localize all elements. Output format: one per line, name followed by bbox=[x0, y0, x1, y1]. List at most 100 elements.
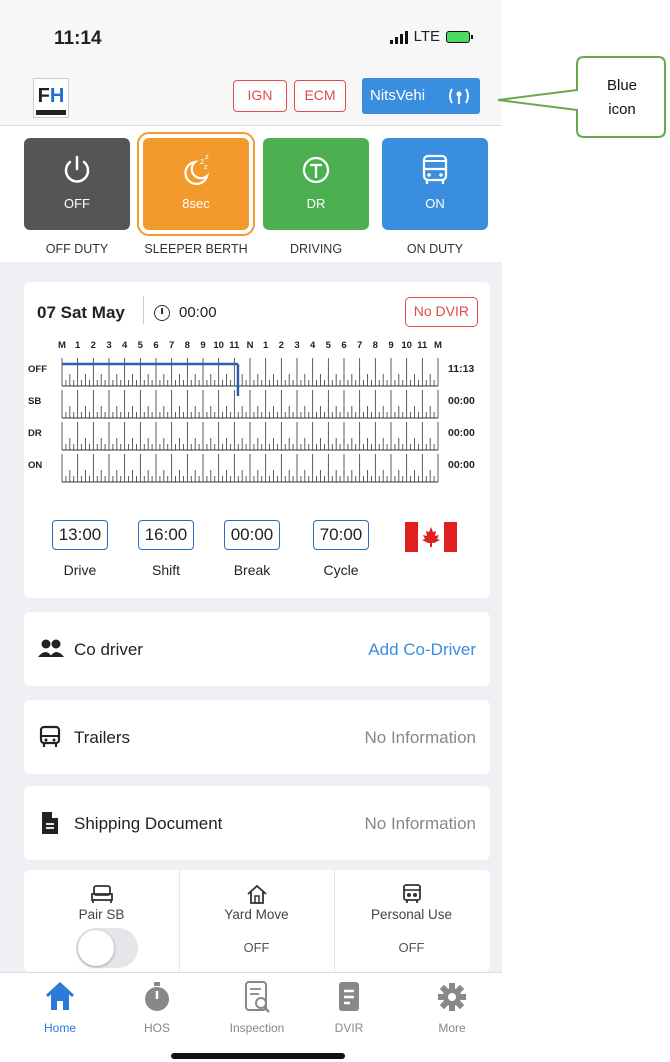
network-type: LTE bbox=[413, 28, 440, 45]
hour-label: 9 bbox=[388, 340, 393, 351]
shipping-document-value: No Information bbox=[364, 814, 477, 833]
quick-actions-card: Pair SB Yard Move OFF Personal Use OFF bbox=[24, 870, 490, 972]
add-co-driver-link[interactable]: Add Co-Driver bbox=[368, 640, 476, 660]
trailers-row[interactable]: Trailers No Information bbox=[24, 700, 490, 774]
hour-label: 6 bbox=[153, 340, 158, 351]
stopwatch-icon bbox=[145, 982, 169, 1011]
canada-flag-icon[interactable] bbox=[405, 522, 457, 552]
hour-label: 11 bbox=[229, 340, 240, 351]
hour-label: 10 bbox=[401, 340, 412, 351]
tab-home[interactable]: Home bbox=[15, 981, 105, 1035]
house-icon bbox=[246, 884, 267, 904]
hour-label: 3 bbox=[106, 340, 111, 351]
car-person-icon bbox=[402, 884, 421, 903]
caption-sleeper-berth: SLEEPER BERTH bbox=[144, 242, 248, 256]
shipping-document-label: Shipping Document bbox=[74, 814, 223, 833]
ecm-indicator[interactable]: ECM bbox=[294, 80, 346, 112]
hour-label: 8 bbox=[373, 340, 378, 351]
gear-icon bbox=[438, 983, 466, 1011]
hour-label: 5 bbox=[138, 340, 144, 351]
document-icon bbox=[42, 812, 58, 834]
signal-icon bbox=[389, 30, 408, 44]
app-header: FH IGN ECM NitsVehi bbox=[0, 70, 502, 126]
caption-on-duty: ON DUTY bbox=[406, 242, 464, 256]
steering-icon bbox=[302, 156, 330, 184]
cycle-clock: 70:00 bbox=[313, 520, 369, 550]
personal-use-label: Personal Use bbox=[370, 907, 453, 922]
shipping-document-row[interactable]: Shipping Document No Information bbox=[24, 786, 490, 860]
truck-icon bbox=[422, 154, 448, 184]
log-date[interactable]: 07 Sat May bbox=[37, 303, 125, 323]
svg-text:z: z bbox=[205, 153, 209, 161]
power-icon bbox=[64, 155, 90, 183]
break-clock: 00:00 bbox=[224, 520, 280, 550]
hour-label: 6 bbox=[341, 340, 346, 351]
caption-off-duty: OFF DUTY bbox=[45, 242, 109, 256]
duty-tile-driving[interactable]: DR bbox=[263, 138, 369, 230]
clock-icon bbox=[154, 305, 170, 321]
break-caption: Break bbox=[233, 562, 271, 578]
yard-move-status: OFF bbox=[243, 940, 270, 955]
trailers-value: No Information bbox=[364, 728, 477, 747]
tab-dvir[interactable]: DVIR bbox=[304, 981, 394, 1035]
yard-move-label: Yard Move bbox=[224, 907, 289, 922]
hour-label: 2 bbox=[279, 340, 284, 351]
drive-caption: Drive bbox=[63, 562, 97, 578]
co-driver-row[interactable]: Co driver Add Co-Driver bbox=[24, 612, 490, 686]
pair-sb-toggle[interactable] bbox=[76, 928, 138, 968]
shift-clock: 16:00 bbox=[138, 520, 194, 550]
duty-tile-on[interactable]: ON bbox=[382, 138, 488, 230]
app-logo: FH bbox=[33, 78, 69, 118]
trailers-label: Trailers bbox=[74, 728, 131, 747]
hour-label: 10 bbox=[213, 340, 224, 351]
home-icon bbox=[45, 981, 75, 1010]
phone-screen: 11:14 LTE FH IGN ECM NitsVehi OFF zzz 8s… bbox=[0, 0, 502, 1062]
status-row-total: 00:00 bbox=[448, 427, 475, 439]
log-time: 00:00 bbox=[179, 304, 217, 321]
antenna-signal-icon bbox=[446, 78, 472, 127]
duty-tile-off[interactable]: OFF bbox=[24, 138, 130, 230]
people-icon bbox=[38, 639, 64, 657]
status-row-label: OFF bbox=[28, 364, 47, 375]
dvir-badge[interactable]: No DVIR bbox=[404, 297, 478, 327]
bottom-tab-bar: Home HOS Inspection DVIR More bbox=[0, 972, 502, 1062]
clipboard-icon bbox=[339, 982, 359, 1011]
pair-sb-label: Pair SB bbox=[78, 907, 125, 922]
log-graph-card: 07 Sat May 00:00 No DVIR M 1 2 3 4 5 6 7 8 9 10 11 N… bbox=[24, 282, 490, 598]
tab-more[interactable]: More bbox=[407, 981, 497, 1035]
battery-charging-icon bbox=[446, 30, 473, 43]
hour-label: 7 bbox=[357, 340, 362, 351]
pair-sb-action: Pair SB bbox=[24, 870, 179, 972]
personal-use-status: OFF bbox=[398, 940, 425, 955]
inspection-icon bbox=[245, 981, 270, 1013]
status-row-total: 00:00 bbox=[448, 395, 475, 407]
vehicle-connection-button[interactable]: NitsVehi bbox=[362, 78, 480, 114]
vehicle-name: NitsVehi bbox=[370, 87, 426, 104]
status-row-label: SB bbox=[28, 396, 41, 407]
status-bar: 11:14 LTE bbox=[0, 0, 502, 70]
svg-text:z: z bbox=[204, 163, 208, 171]
home-indicator bbox=[171, 1053, 345, 1059]
hour-label: 9 bbox=[200, 340, 205, 351]
yard-move-action[interactable]: Yard Move OFF bbox=[179, 870, 334, 972]
hour-label: 11 bbox=[417, 340, 428, 351]
hour-label: M bbox=[434, 340, 442, 351]
status-row-label: ON bbox=[28, 460, 42, 471]
bed-icon bbox=[90, 885, 113, 903]
personal-use-action[interactable]: Personal Use OFF bbox=[334, 870, 489, 972]
tab-hos[interactable]: HOS bbox=[112, 981, 202, 1035]
ign-indicator[interactable]: IGN bbox=[233, 80, 287, 112]
hour-label: 8 bbox=[185, 340, 190, 351]
status-time: 11:14 bbox=[54, 28, 102, 49]
tab-inspection[interactable]: Inspection bbox=[212, 981, 302, 1035]
callout-text: Blue icon bbox=[606, 77, 638, 118]
duty-tile-sleeper[interactable]: zzz 8sec bbox=[137, 132, 255, 236]
trailer-icon bbox=[39, 725, 61, 747]
hour-label: 4 bbox=[310, 340, 316, 351]
hour-label: 3 bbox=[294, 340, 299, 351]
moon-zzz-icon: z zz bbox=[184, 153, 210, 185]
status-row-total: 00:00 bbox=[448, 459, 475, 471]
hour-label: N bbox=[247, 340, 254, 351]
eld-log-grid: M 1 2 3 4 5 6 7 8 9 10 11 N 1 2 3 4 5 6 7 8 9 10 11 MOFF 11:13SB 0… bbox=[28, 340, 475, 483]
shift-caption: Shift bbox=[151, 562, 180, 578]
